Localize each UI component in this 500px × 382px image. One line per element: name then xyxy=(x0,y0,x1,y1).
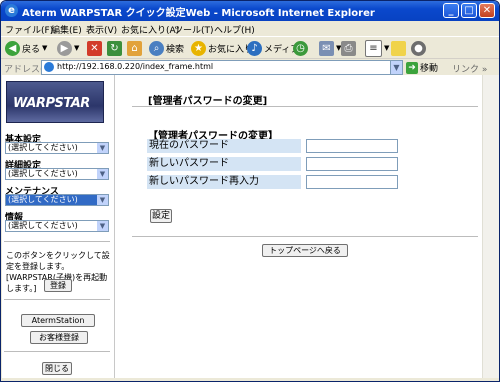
edit-icon: ≡ xyxy=(365,39,382,57)
menu-view[interactable]: 表示(V) xyxy=(86,23,117,36)
address-url: http://192.168.0.220/index_frame.html xyxy=(57,62,214,71)
links-button[interactable]: リンク » xyxy=(452,62,487,75)
page-title: [管理者パスワードの変更] xyxy=(148,96,268,107)
mail-button[interactable]: ✉ ▼ xyxy=(319,39,341,57)
note-icon xyxy=(391,40,406,56)
print-button[interactable]: ⎙ xyxy=(341,39,358,57)
select-value: (選択してください) xyxy=(8,221,78,230)
discuss-button[interactable] xyxy=(391,39,408,57)
chevron-down-icon: ▼ xyxy=(97,195,108,205)
top-page-button[interactable]: トップページへ戻る xyxy=(262,244,348,257)
divider xyxy=(4,351,110,352)
title-bar[interactable]: e Aterm WARPSTAR クイック設定Web - Microsoft I… xyxy=(1,1,499,21)
new-password-label: 新しいパスワード xyxy=(147,157,301,171)
maintenance-select[interactable]: (選択してください) ▼ xyxy=(5,194,109,206)
home-icon: ⌂ xyxy=(127,40,142,56)
stop-icon: ✕ xyxy=(87,40,102,56)
bottom-divider xyxy=(132,236,478,237)
forward-arrow-icon: ▶ xyxy=(57,40,72,56)
home-button[interactable]: ⌂ xyxy=(127,39,144,57)
search-button[interactable]: ⌕ 検索 xyxy=(149,39,184,57)
ie-icon: e xyxy=(5,4,18,17)
confirm-password-field[interactable] xyxy=(306,175,398,189)
divider xyxy=(4,241,110,242)
print-icon: ⎙ xyxy=(341,40,356,56)
close-window-button[interactable]: ✕ xyxy=(479,3,495,18)
favorites-button[interactable]: ★ お気に入り xyxy=(191,39,253,57)
info-select[interactable]: (選択してください) ▼ xyxy=(5,220,109,232)
select-value: (選択してください) xyxy=(8,195,78,204)
search-label: 検索 xyxy=(166,44,185,55)
chevron-down-icon: ▼ xyxy=(42,44,48,52)
messenger-button[interactable]: ● xyxy=(411,39,428,57)
messenger-icon: ● xyxy=(411,40,426,56)
set-button[interactable]: 設定 xyxy=(150,209,172,223)
menu-edit[interactable]: 編集(E) xyxy=(51,23,82,36)
edit-button[interactable]: ≡ ▼ xyxy=(365,39,389,57)
menu-tools[interactable]: ツール(T) xyxy=(174,23,214,36)
go-arrow-icon: ➜ xyxy=(406,61,418,74)
confirm-password-label: 新しいパスワード再入力 xyxy=(147,175,301,189)
current-password-label: 現在のパスワード xyxy=(147,139,301,153)
advanced-settings-select[interactable]: (選択してください) ▼ xyxy=(5,168,109,180)
current-password-field[interactable] xyxy=(306,139,398,153)
stop-button[interactable]: ✕ xyxy=(87,39,104,57)
media-icon: ♪ xyxy=(247,40,262,56)
vertical-scrollbar[interactable] xyxy=(482,75,499,378)
menu-help[interactable]: ヘルプ(H) xyxy=(214,23,255,36)
customer-register-button[interactable]: お客様登録 xyxy=(30,331,88,344)
mail-icon: ✉ xyxy=(319,40,334,56)
refresh-icon: ↻ xyxy=(107,40,122,56)
window-title: Aterm WARPSTAR クイック設定Web - Microsoft Int… xyxy=(22,8,375,19)
select-value: (選択してください) xyxy=(8,169,78,178)
back-button[interactable]: ◀ 戻る ▼ xyxy=(5,39,47,57)
select-value: (選択してください) xyxy=(8,143,78,152)
back-label: 戻る xyxy=(22,44,41,55)
divider xyxy=(4,299,110,300)
forward-button[interactable]: ▶ ▼ xyxy=(57,39,79,57)
address-bar: アドレス(D) http://192.168.0.220/index_frame… xyxy=(1,58,499,76)
address-dropdown-button[interactable]: ▼ xyxy=(390,60,403,75)
address-input[interactable]: http://192.168.0.220/index_frame.html xyxy=(41,60,392,75)
sidebar-frame: WARPSTAR 基本設定 (選択してください) ▼ 詳細設定 (選択してくださ… xyxy=(2,75,115,378)
go-label: 移動 xyxy=(420,64,439,74)
chevron-down-icon: ▼ xyxy=(97,143,108,153)
chevron-down-icon: ▼ xyxy=(97,169,108,179)
logo-text: WARPSTAR xyxy=(13,96,90,111)
maximize-button[interactable]: □ xyxy=(461,3,477,18)
chevron-down-icon: ▼ xyxy=(97,221,108,231)
close-page-button[interactable]: 閉じる xyxy=(42,362,72,375)
menu-file[interactable]: ファイル(F) xyxy=(5,23,53,36)
menu-bar: ファイル(F) 編集(E) 表示(V) お気に入り(A) ツール(T) ヘルプ(… xyxy=(1,21,499,56)
go-button[interactable]: ➜ 移動 xyxy=(406,61,438,74)
register-button[interactable]: 登録 xyxy=(44,279,72,292)
refresh-button[interactable]: ↻ xyxy=(107,39,124,57)
history-icon: ◷ xyxy=(293,40,308,56)
toolbar: ◀ 戻る ▼ ▶ ▼ ✕ ↻ ⌂ ⌕ 検索 ★ お気に入り ♪ メディア ◷ ✉… xyxy=(1,36,499,59)
chevron-down-icon: ▼ xyxy=(384,44,390,52)
star-icon: ★ xyxy=(191,40,206,56)
basic-settings-select[interactable]: (選択してください) ▼ xyxy=(5,142,109,154)
minimize-button[interactable]: _ xyxy=(443,3,459,18)
aterm-station-button[interactable]: AtermStation xyxy=(21,314,95,327)
history-button[interactable]: ◷ xyxy=(293,39,310,57)
search-icon: ⌕ xyxy=(149,40,164,56)
links-label: リンク xyxy=(452,65,480,75)
title-divider xyxy=(132,106,478,107)
new-password-field[interactable] xyxy=(306,157,398,171)
page-icon xyxy=(44,62,54,72)
chevron-down-icon: ▼ xyxy=(74,44,80,52)
back-arrow-icon: ◀ xyxy=(5,40,20,56)
media-button[interactable]: ♪ メディア xyxy=(247,39,299,57)
warpstar-logo: WARPSTAR xyxy=(6,81,104,123)
menu-favorites[interactable]: お気に入り(A) xyxy=(121,23,179,36)
